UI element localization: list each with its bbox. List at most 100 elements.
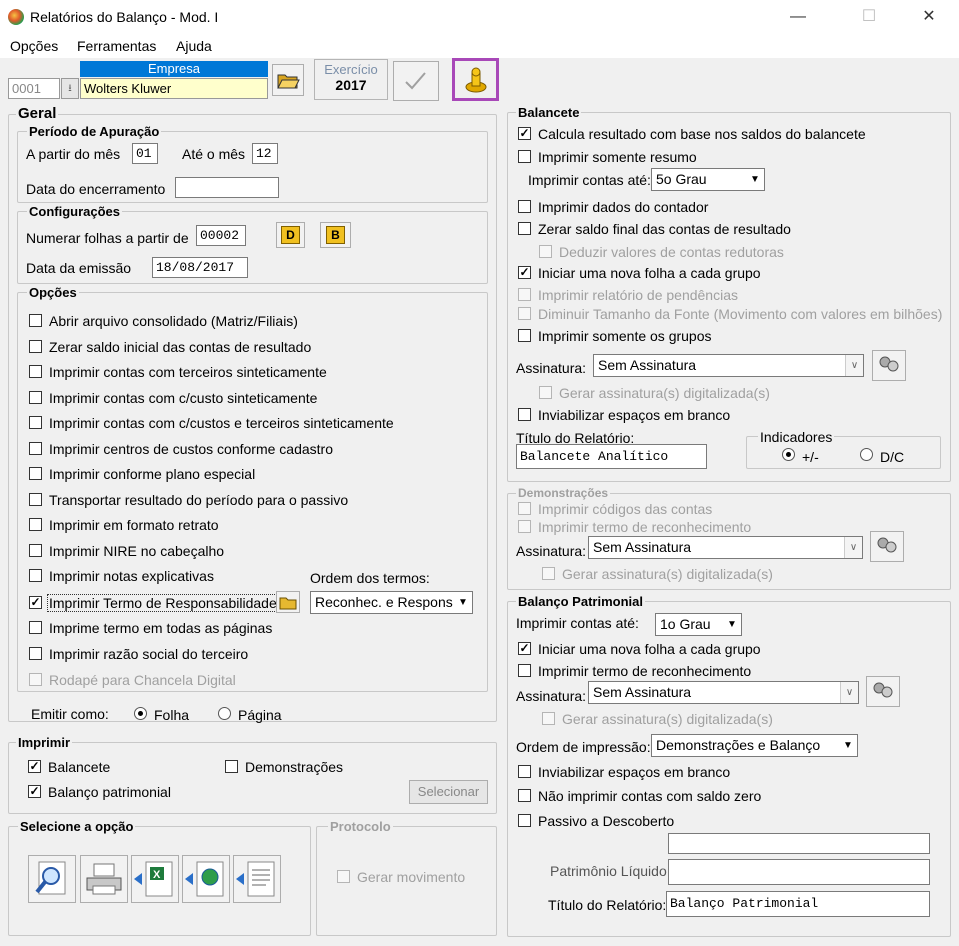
globe-icon xyxy=(185,861,224,897)
opt-checkbox-1[interactable] xyxy=(29,340,42,353)
bp-assinatura-config-button[interactable] xyxy=(866,676,900,707)
bp-nova-folha-checkbox[interactable]: ✓ xyxy=(518,642,531,655)
stamp-icon xyxy=(465,67,487,93)
opt-checkbox-12[interactable] xyxy=(29,621,42,634)
bp-passivo-input[interactable] xyxy=(668,833,930,854)
bal-deduzir-checkbox[interactable] xyxy=(539,245,552,258)
bp-contas-ate-select[interactable]: 1o Grau ▼ xyxy=(655,613,742,636)
indicador-plusminus-radio[interactable] xyxy=(782,448,795,461)
open-folder-button[interactable] xyxy=(272,64,304,96)
empresa-lookup-button[interactable]: ⭳ xyxy=(61,78,79,99)
gerar-movimento-checkbox[interactable] xyxy=(337,870,350,883)
bal-resumo-checkbox[interactable] xyxy=(518,150,531,163)
opt-checkbox-4[interactable] xyxy=(29,416,42,429)
bal-zerar-checkbox[interactable] xyxy=(518,222,531,235)
bp-passivo-checkbox[interactable] xyxy=(518,814,531,827)
bal-contador-checkbox[interactable] xyxy=(518,200,531,213)
menu-opcoes[interactable]: Opções xyxy=(10,38,58,54)
opt-checkbox-10[interactable] xyxy=(29,569,42,582)
dem-gerar-assinatura-checkbox[interactable] xyxy=(542,567,555,580)
dem-assinatura-select[interactable]: Sem Assinatura ∨ xyxy=(588,536,863,559)
opt-checkbox-9[interactable] xyxy=(29,544,42,557)
bal-titulo-input[interactable]: Balancete Analítico xyxy=(516,444,707,469)
bp-nao-imprimir-checkbox[interactable] xyxy=(518,789,531,802)
bal-assinatura-config-button[interactable] xyxy=(872,350,906,381)
bal-calcula-checkbox[interactable]: ✓ xyxy=(518,127,531,140)
imprimir-demonstracoes-checkbox[interactable] xyxy=(225,760,238,773)
bp-ordem-select[interactable]: Demonstrações e Balanço ▼ xyxy=(651,734,858,757)
highlighted-stamp-button[interactable] xyxy=(452,58,499,101)
empresa-name-field[interactable]: Wolters Kluwer xyxy=(80,78,268,99)
bal-contas-ate-select[interactable]: 5o Grau ▼ xyxy=(651,168,765,191)
indicador-dc-radio[interactable] xyxy=(860,448,873,461)
emitir-pagina-label: Página xyxy=(238,707,282,723)
config-d-button[interactable]: D xyxy=(276,222,305,248)
opt-checkbox-5[interactable] xyxy=(29,442,42,455)
b-icon: B xyxy=(326,226,345,244)
print-button[interactable] xyxy=(80,855,128,903)
bp-titulo-input[interactable]: Balanço Patrimonial xyxy=(666,891,930,917)
export-text-button[interactable] xyxy=(233,855,281,903)
bp-contas-ate-label: Imprimir contas até: xyxy=(516,615,639,631)
menu-ajuda[interactable]: Ajuda xyxy=(176,38,212,54)
opt-checkbox-13[interactable] xyxy=(29,647,42,660)
imprimir-balanco-checkbox[interactable]: ✓ xyxy=(28,785,41,798)
opt-checkbox-7[interactable] xyxy=(29,493,42,506)
selecione-title: Selecione a opção xyxy=(18,819,136,834)
bal-pendencias-checkbox[interactable] xyxy=(518,288,531,301)
export-web-button[interactable] xyxy=(182,855,230,903)
menu-ferramentas[interactable]: Ferramentas xyxy=(77,38,156,54)
dem-assinatura-config-button[interactable] xyxy=(870,531,904,562)
indicadores-title: Indicadores xyxy=(758,429,835,445)
opt-checkbox-11[interactable]: ✓ xyxy=(29,596,42,609)
dem-codigos-checkbox[interactable] xyxy=(518,502,531,515)
bal-grupos-checkbox[interactable] xyxy=(518,329,531,342)
bal-nova-folha-checkbox[interactable]: ✓ xyxy=(518,266,531,279)
bal-diminuir-checkbox[interactable] xyxy=(518,307,531,320)
dem-codigos-label: Imprimir códigos das contas xyxy=(538,501,713,517)
empresa-code-field[interactable]: 0001 xyxy=(8,78,60,99)
minimize-button[interactable]: — xyxy=(775,0,821,34)
selecionar-button[interactable]: Selecionar xyxy=(409,780,488,804)
opt-label-12: Imprime termo em todas as páginas xyxy=(49,620,273,636)
opt-checkbox-8[interactable] xyxy=(29,518,42,531)
bp-gerar-assinatura-checkbox[interactable] xyxy=(542,712,555,725)
bal-contador-label: Imprimir dados do contador xyxy=(538,199,709,215)
encerramento-input[interactable] xyxy=(175,177,279,198)
close-button[interactable]: ✕ xyxy=(906,0,952,34)
bp-termo-checkbox[interactable] xyxy=(518,664,531,677)
maximize-button[interactable]: ☐ xyxy=(846,0,892,34)
bal-inviabilizar-checkbox[interactable] xyxy=(518,408,531,421)
opt-checkbox-14[interactable] xyxy=(29,673,42,686)
opt-checkbox-0[interactable] xyxy=(29,314,42,327)
bp-pl-input[interactable] xyxy=(668,859,930,885)
emitir-pagina-radio[interactable] xyxy=(218,707,231,720)
opt-checkbox-3[interactable] xyxy=(29,391,42,404)
export-excel-button[interactable]: X xyxy=(131,855,179,903)
bal-assinatura-select[interactable]: Sem Assinatura ∨ xyxy=(593,354,864,377)
bp-inviabilizar-checkbox[interactable] xyxy=(518,765,531,778)
dem-assinatura-label: Assinatura: xyxy=(516,543,587,559)
opt-label-1: Zerar saldo inicial das contas de result… xyxy=(49,339,312,355)
emissao-input[interactable]: 18/08/2017 xyxy=(152,257,248,278)
emitir-folha-radio[interactable] xyxy=(134,707,147,720)
termo-edit-button[interactable] xyxy=(276,591,300,613)
preview-button[interactable] xyxy=(28,855,76,903)
ordem-termos-select[interactable]: Reconhec. e Respons. ▼ xyxy=(310,591,473,614)
imprimir-balancete-checkbox[interactable]: ✓ xyxy=(28,760,41,773)
opt-label-4: Imprimir contas com c/custos e terceiros… xyxy=(49,415,394,431)
bp-assinatura-select[interactable]: Sem Assinatura ∨ xyxy=(588,681,859,704)
from-month-input[interactable]: 01 xyxy=(132,143,158,164)
bal-inviabilizar-label: Inviabilizar espaços em branco xyxy=(538,407,731,423)
demonstracoes-title: Demonstrações xyxy=(516,486,611,500)
to-month-input[interactable]: 12 xyxy=(252,143,278,164)
numerar-folhas-input[interactable]: 00002 xyxy=(196,225,246,246)
confirm-button[interactable] xyxy=(393,61,439,101)
config-b-button[interactable]: B xyxy=(320,222,351,248)
opt-checkbox-2[interactable] xyxy=(29,365,42,378)
opt-label-5: Imprimir centros de custos conforme cada… xyxy=(49,441,333,457)
bal-gerar-assinatura-checkbox[interactable] xyxy=(539,386,552,399)
opt-checkbox-6[interactable] xyxy=(29,467,42,480)
dem-termo-checkbox[interactable] xyxy=(518,520,531,533)
bal-contas-ate-value: 5o Grau xyxy=(656,171,707,187)
